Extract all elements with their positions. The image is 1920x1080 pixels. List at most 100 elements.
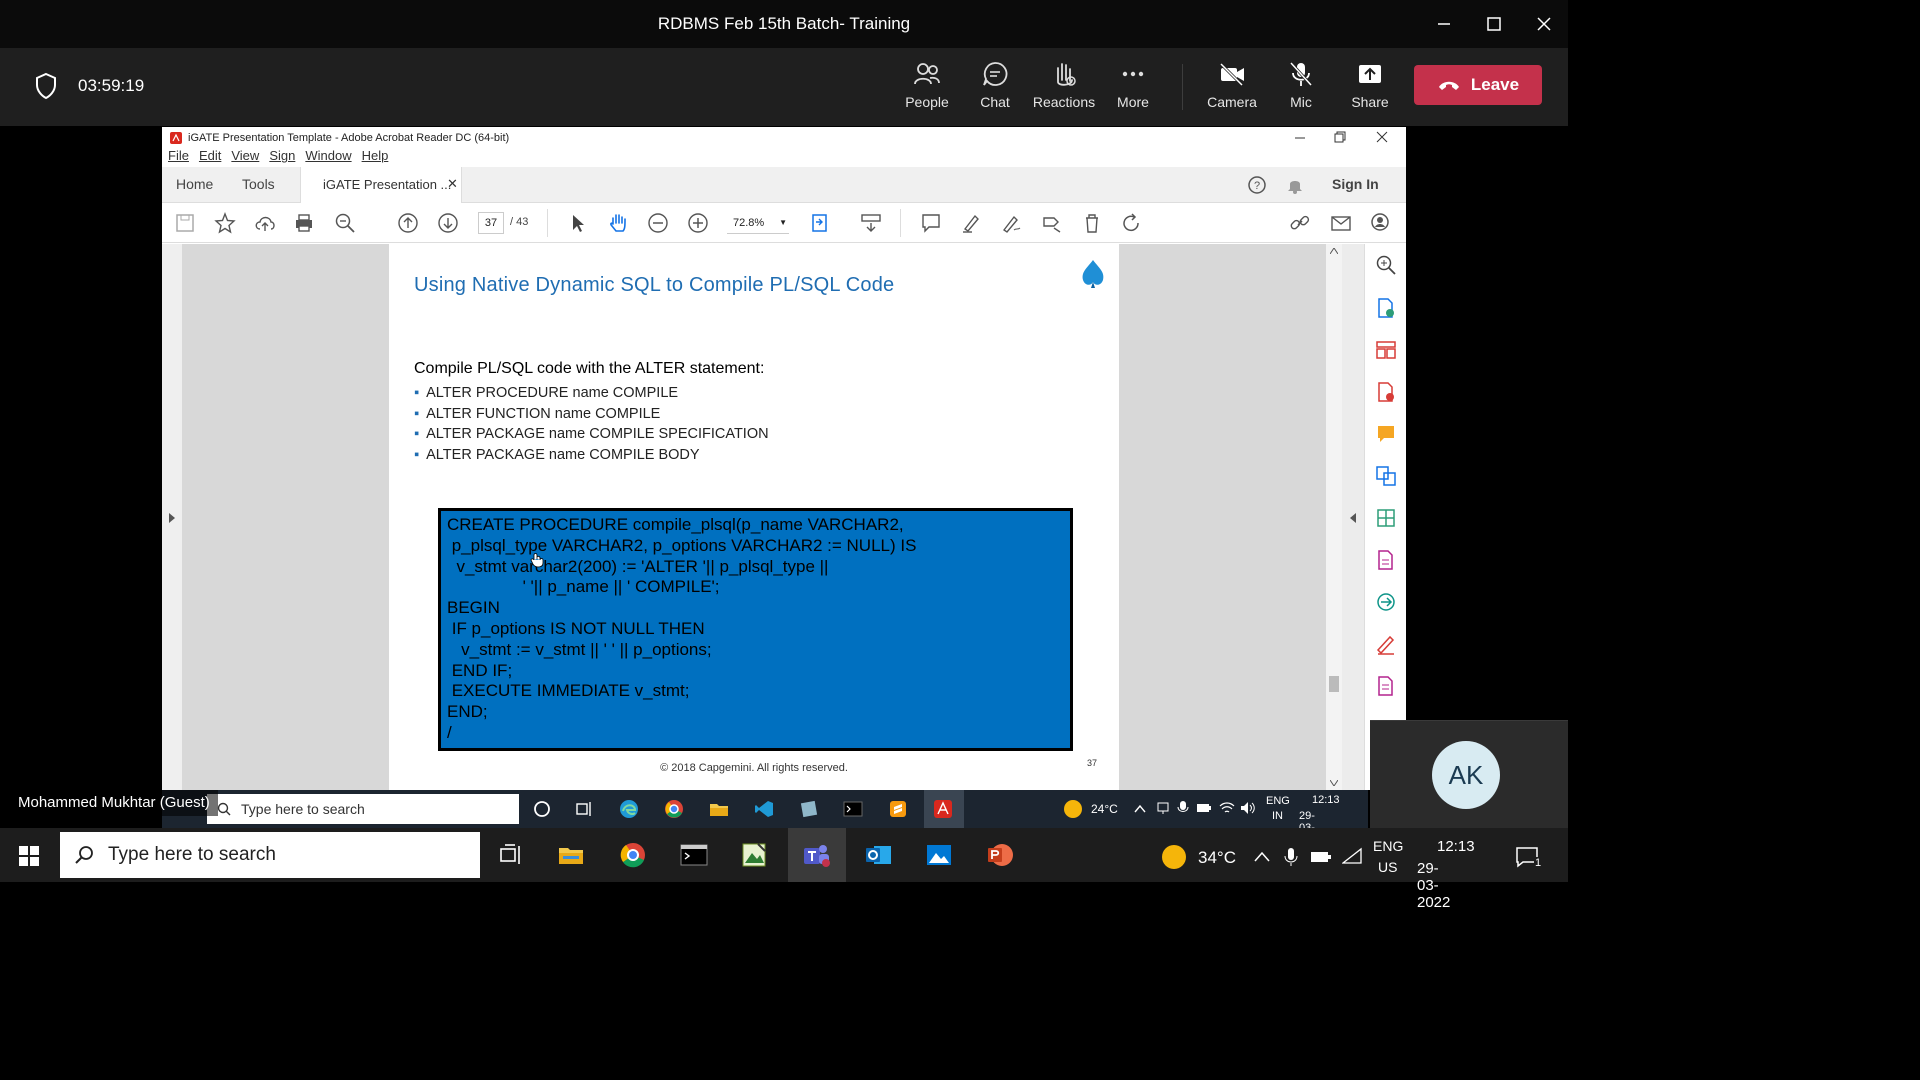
task-view-icon bbox=[576, 802, 591, 816]
combine-files-icon bbox=[1376, 466, 1396, 486]
slide-title: Using Native Dynamic SQL to Compile PL/S… bbox=[414, 274, 895, 296]
shield-icon bbox=[34, 72, 58, 100]
close-button[interactable] bbox=[1524, 8, 1564, 40]
chevron-up-icon bbox=[1254, 851, 1270, 862]
shared-language: ENG bbox=[1266, 795, 1290, 807]
create-pdf-icon bbox=[1378, 382, 1394, 402]
close-icon bbox=[1537, 17, 1551, 31]
bullet-item: ALTER FUNCTION name COMPILE bbox=[414, 404, 769, 425]
scrollbar-thumb[interactable] bbox=[1329, 676, 1339, 692]
sublime-text-icon bbox=[890, 801, 906, 817]
acrobat-logo-icon bbox=[170, 131, 182, 144]
collapse-right-pane-icon bbox=[1350, 513, 1356, 523]
menu-help[interactable]: Help bbox=[362, 148, 389, 166]
menu-file[interactable]: File bbox=[168, 148, 189, 166]
network-icon bbox=[1157, 802, 1169, 814]
chrome-icon bbox=[665, 800, 683, 818]
vertical-scrollbar[interactable] bbox=[1326, 244, 1342, 790]
link-icon bbox=[1290, 215, 1310, 230]
fit-page-icon bbox=[812, 214, 827, 232]
fill-sign-icon bbox=[1378, 550, 1393, 570]
more-icon bbox=[1122, 71, 1144, 77]
clock-date[interactable]: 29-03-2022 bbox=[1417, 860, 1450, 911]
cortana-icon bbox=[534, 801, 550, 817]
share-icon bbox=[1359, 65, 1381, 83]
wifi-icon bbox=[1342, 847, 1362, 864]
search-icon bbox=[75, 846, 93, 864]
hand-cursor-icon bbox=[530, 553, 544, 568]
page-number-input[interactable]: 37 bbox=[478, 212, 504, 234]
menu-window[interactable]: Window bbox=[305, 148, 351, 166]
hand-tool-icon bbox=[610, 214, 626, 232]
next-page-icon bbox=[438, 213, 458, 233]
shared-windows-taskbar: Type here to search 24°C ENG IN 12:13 29… bbox=[162, 790, 1368, 846]
mic-button[interactable]: Mic bbox=[1267, 60, 1335, 116]
acrobat-tab-bar: Home Tools iGATE Presentation ... ✕ ? Si… bbox=[162, 167, 1406, 203]
minimize-icon bbox=[1438, 23, 1450, 25]
battery-icon bbox=[1197, 804, 1211, 812]
zoom-search-icon bbox=[1376, 255, 1396, 275]
left-pane-toggle[interactable] bbox=[162, 244, 182, 790]
save-icon bbox=[176, 214, 194, 232]
right-pane-toggle[interactable] bbox=[1342, 244, 1364, 790]
toolbar-divider bbox=[900, 209, 901, 237]
slide-page-number: 37 bbox=[1087, 758, 1098, 768]
leave-button[interactable]: Leave bbox=[1414, 65, 1542, 105]
sign-in-link[interactable]: Sign In bbox=[1332, 176, 1379, 192]
people-button[interactable]: People bbox=[893, 60, 961, 116]
share-button[interactable]: Share bbox=[1336, 60, 1404, 116]
chat-button[interactable]: Chat bbox=[961, 60, 1029, 116]
tab-home[interactable]: Home bbox=[176, 176, 213, 192]
scroll-down-icon bbox=[1330, 780, 1338, 786]
menu-edit[interactable]: Edit bbox=[199, 148, 221, 166]
print-icon bbox=[296, 214, 312, 232]
reactions-button[interactable]: Reactions bbox=[1030, 60, 1098, 116]
hang-up-icon bbox=[1438, 81, 1459, 90]
more-button[interactable]: More bbox=[1099, 60, 1167, 116]
comment-tool-icon bbox=[1378, 426, 1394, 442]
document-view: Using Native Dynamic SQL to Compile PL/S… bbox=[162, 244, 1406, 790]
tab-tools[interactable]: Tools bbox=[242, 176, 275, 192]
file-explorer-icon bbox=[559, 848, 583, 864]
toolbar-divider bbox=[547, 209, 548, 237]
tab-document[interactable]: iGATE Presentation ... ✕ bbox=[300, 167, 462, 203]
weather-sun-icon bbox=[1064, 800, 1082, 818]
star-icon bbox=[214, 212, 236, 234]
acrobat-title-bar: iGATE Presentation Template - Adobe Acro… bbox=[162, 127, 1406, 148]
clock-time[interactable]: 12:13 bbox=[1437, 838, 1475, 855]
outlook-icon bbox=[866, 846, 891, 864]
capgemini-spade-logo bbox=[1082, 260, 1104, 288]
acrobat-menu-bar: File Edit View Sign Window Help bbox=[162, 148, 1406, 166]
menu-view[interactable]: View bbox=[231, 148, 259, 166]
meeting-title: RDBMS Feb 15th Batch- Training bbox=[657, 14, 911, 33]
chat-icon bbox=[983, 62, 1008, 86]
page-total: / 43 bbox=[510, 216, 529, 228]
windows-start-icon bbox=[19, 846, 39, 866]
close-icon bbox=[1376, 131, 1388, 143]
weather-sun-icon bbox=[1162, 845, 1186, 869]
presenter-name-label: Mohammed Mukhtar (Guest) bbox=[10, 790, 218, 816]
protect-pdf-icon bbox=[1378, 676, 1393, 696]
zoom-out-search-icon bbox=[335, 213, 355, 233]
powerpoint-icon bbox=[988, 844, 1013, 866]
chevron-up-icon bbox=[1134, 804, 1146, 813]
shared-temperature: 24°C bbox=[1091, 802, 1118, 816]
menu-sign[interactable]: Sign bbox=[269, 148, 295, 166]
maximize-button[interactable] bbox=[1474, 8, 1514, 40]
taskbar-search-input[interactable]: Type here to search bbox=[60, 832, 480, 878]
minimize-button[interactable] bbox=[1424, 8, 1464, 40]
scroll-up-icon bbox=[1330, 248, 1338, 254]
email-icon bbox=[1331, 216, 1351, 231]
close-tab-icon[interactable]: ✕ bbox=[447, 176, 458, 192]
acrobat-reader-icon bbox=[934, 800, 952, 818]
zoom-select[interactable]: 72.8% ▼ bbox=[727, 212, 789, 234]
toolbar-divider bbox=[1182, 64, 1183, 110]
notification-count: 1 bbox=[1534, 857, 1543, 869]
camera-button[interactable]: Camera bbox=[1198, 60, 1266, 116]
delete-icon bbox=[1086, 214, 1098, 233]
terminal-icon bbox=[680, 844, 708, 866]
task-view-icon bbox=[500, 844, 520, 864]
plsql-code: CREATE PROCEDURE compile_plsql(p_name VA… bbox=[447, 515, 917, 742]
self-video-tile[interactable]: AK bbox=[1370, 720, 1568, 828]
bullet-item: ALTER PACKAGE name COMPILE SPECIFICATION bbox=[414, 424, 768, 445]
